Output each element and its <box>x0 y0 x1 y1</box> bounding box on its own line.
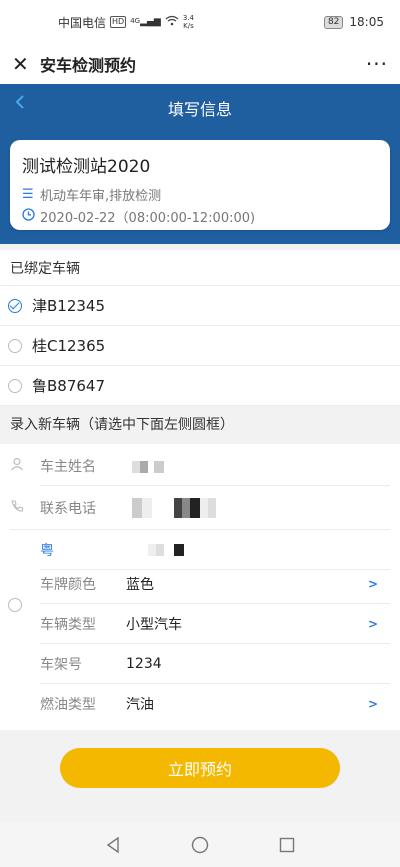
plate-color-value: 蓝色 <box>126 577 154 593</box>
wifi-icon <box>165 15 179 29</box>
plate-color-label: 车牌颜色 <box>40 577 96 593</box>
vehicle-radio[interactable] <box>8 378 22 393</box>
carrier-name: 中国电信 <box>58 15 107 30</box>
fuel-type-value: 汽油 <box>126 697 154 713</box>
close-icon[interactable]: ✕ <box>12 52 36 76</box>
book-now-button[interactable]: 立即预约 <box>60 748 340 788</box>
bound-vehicles-heading: 已绑定车辆 <box>0 250 400 286</box>
vehicle-radio[interactable] <box>8 338 22 353</box>
speed-value: 3.4 <box>182 14 194 22</box>
datetime-row: 2020-02-22（08:00:00-12:00:00) <box>22 205 378 227</box>
vehicle-plate: 鲁B87647 <box>32 377 106 395</box>
phone-icon <box>10 499 28 517</box>
hd-badge: HD <box>110 16 127 28</box>
status-bar: 中国电信 HD 4G▂▄▆ 3.4 K/s 82 18:05 <box>0 0 400 44</box>
new-vehicle-heading: 录入新车辆（请选中下面左侧圆框） <box>0 406 400 442</box>
status-left: 中国电信 HD 4G▂▄▆ 3.4 K/s <box>58 14 194 31</box>
battery-icon: 82 <box>323 15 344 29</box>
vehicle-plate: 津B12345 <box>32 297 106 315</box>
fuel-type-row[interactable]: 燃油类型 汽油 > <box>0 684 400 724</box>
submit-area: 立即预约 <box>0 730 400 800</box>
network-type: 4G <box>130 17 141 25</box>
vehicle-plate: 桂C12365 <box>32 337 106 355</box>
plate-number-masked[interactable] <box>148 544 184 556</box>
vehicle-item-1[interactable]: 津B12345 <box>0 286 400 326</box>
fuel-type-label: 燃油类型 <box>40 697 96 713</box>
phone-label: 联系电话 <box>40 501 96 517</box>
signal-icon: 4G▂▄▆ <box>130 17 161 27</box>
vehicle-type-label: 车辆类型 <box>40 617 96 633</box>
recents-square-icon[interactable] <box>275 833 299 857</box>
vehicle-item-2[interactable]: 桂C12365 <box>0 326 400 366</box>
more-icon[interactable]: ··· <box>366 52 388 76</box>
frame-number-value[interactable]: 1234 <box>126 656 162 672</box>
owner-name-masked[interactable] <box>132 461 164 473</box>
app-bar: ✕ 安车检测预约 ··· <box>0 44 400 84</box>
chevron-right-icon[interactable]: > <box>368 697 378 711</box>
list-icon: ☰ <box>22 186 34 202</box>
station-card: 测试检测站2020 ☰ 机动车年审,排放检测 2020-02-22（08:00:… <box>10 140 390 230</box>
vehicle-radio-checked[interactable] <box>8 298 22 313</box>
owner-name-row[interactable]: 车主姓名 <box>0 446 400 486</box>
clock: 18:05 <box>349 15 384 29</box>
chevron-right-icon[interactable]: > <box>368 617 378 631</box>
vehicle-type-value: 小型汽车 <box>126 617 182 633</box>
user-icon <box>10 457 28 475</box>
service-row: ☰ 机动车年审,排放检测 <box>22 183 378 205</box>
station-name: 测试检测站2020 <box>22 157 151 177</box>
clock-icon <box>22 207 40 225</box>
page-title: 填写信息 <box>167 100 232 119</box>
speed-unit: K/s <box>183 22 194 30</box>
appointment-datetime: 2020-02-22（08:00:00-12:00:00) <box>40 210 256 226</box>
plate-color-row[interactable]: 车牌颜色 蓝色 > <box>0 564 400 604</box>
network-speed: 3.4 K/s <box>183 14 194 30</box>
frame-number-label: 车架号 <box>40 657 82 673</box>
province-selector[interactable]: 粤 <box>40 540 54 560</box>
new-vehicle-form: 车主姓名 联系电话 粤 车牌颜色 蓝色 > 车辆类型 小型汽车 > 车架号 12… <box>0 444 400 730</box>
home-circle-icon[interactable] <box>188 833 212 857</box>
bound-vehicle-list: 津B12345 桂C12365 鲁B87647 <box>0 286 400 406</box>
phone-row[interactable]: 联系电话 <box>0 486 400 530</box>
vehicle-type-row[interactable]: 车辆类型 小型汽车 > <box>0 604 400 644</box>
vehicle-item-3[interactable]: 鲁B87647 <box>0 366 400 406</box>
chevron-right-icon[interactable]: > <box>368 577 378 591</box>
status-right: 82 18:05 <box>323 15 384 29</box>
app-title: 安车检测预约 <box>40 56 137 75</box>
frame-number-row[interactable]: 车架号 1234 <box>0 644 400 684</box>
phone-masked[interactable] <box>132 498 216 518</box>
owner-name-label: 车主姓名 <box>40 459 96 475</box>
service-types: 机动车年审,排放检测 <box>40 188 162 204</box>
system-nav-bar <box>0 822 400 867</box>
back-triangle-icon[interactable] <box>101 833 125 857</box>
